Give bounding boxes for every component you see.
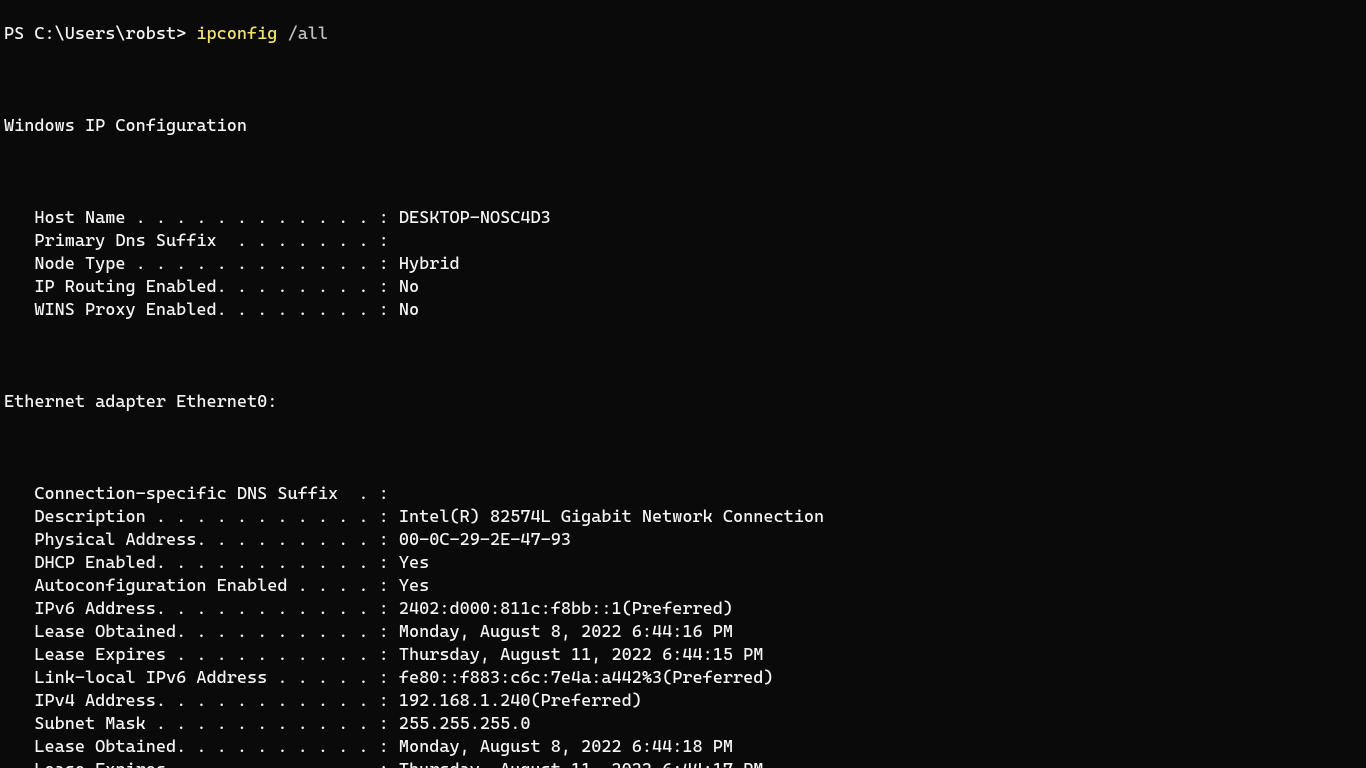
adapter-label: IPv4 Address. . . . . . . . . . . : xyxy=(4,691,389,711)
blank-line xyxy=(4,69,1362,92)
adapter-value: 192.168.1.240(Preferred) xyxy=(389,691,642,711)
adapter-row: IPv6 Address. . . . . . . . . . . : 2402… xyxy=(4,598,1362,621)
command-name: ipconfig xyxy=(196,24,277,44)
blank-line xyxy=(4,437,1362,460)
adapter-label: Link-local IPv6 Address . . . . . : xyxy=(4,668,389,688)
adapter-row: Lease Obtained. . . . . . . . . . : Mond… xyxy=(4,736,1362,759)
blank-line xyxy=(4,345,1362,368)
global-label: Node Type . . . . . . . . . . . . : xyxy=(4,254,389,274)
adapter-value: Yes xyxy=(389,576,430,596)
adapter-row: Autoconfiguration Enabled . . . . : Yes xyxy=(4,575,1362,598)
adapter-row: Lease Expires . . . . . . . . . . : Thur… xyxy=(4,759,1362,768)
global-value: DESKTOP-NOSC4D3 xyxy=(389,208,551,228)
adapter-value: 00-0C-29-2E-47-93 xyxy=(389,530,571,550)
adapter-value: 255.255.255.0 xyxy=(389,714,531,734)
adapter-label: Lease Expires . . . . . . . . . . : xyxy=(4,760,389,768)
global-label: IP Routing Enabled. . . . . . . . : xyxy=(4,277,389,297)
adapter-label: Lease Expires . . . . . . . . . . : xyxy=(4,645,389,665)
prompt-prefix: PS C:\Users\robst> xyxy=(4,24,186,44)
adapter-label: Lease Obtained. . . . . . . . . . : xyxy=(4,622,389,642)
adapter-label: Subnet Mask . . . . . . . . . . . : xyxy=(4,714,389,734)
adapter-label: DHCP Enabled. . . . . . . . . . . : xyxy=(4,553,389,573)
global-row: Primary Dns Suffix . . . . . . . : xyxy=(4,230,1362,253)
adapter-row: Physical Address. . . . . . . . . : 00-0… xyxy=(4,529,1362,552)
adapter-label: IPv6 Address. . . . . . . . . . . : xyxy=(4,599,389,619)
global-row: Host Name . . . . . . . . . . . . : DESK… xyxy=(4,207,1362,230)
global-value: No xyxy=(389,277,419,297)
adapter-value: 2402:d000:811c:f8bb::1(Preferred) xyxy=(389,599,733,619)
command-args: /all xyxy=(288,24,329,44)
adapter-row: IPv4 Address. . . . . . . . . . . : 192.… xyxy=(4,690,1362,713)
adapter-value: Monday, August 8, 2022 6:44:18 PM xyxy=(389,737,733,757)
blank-line xyxy=(4,161,1362,184)
adapter-label: Description . . . . . . . . . . . : xyxy=(4,507,389,527)
global-label: Primary Dns Suffix . . . . . . . : xyxy=(4,231,389,251)
adapter-label: Physical Address. . . . . . . . . : xyxy=(4,530,389,550)
adapter-label: Lease Obtained. . . . . . . . . . : xyxy=(4,737,389,757)
global-row: WINS Proxy Enabled. . . . . . . . : No xyxy=(4,299,1362,322)
adapter-value: Intel(R) 82574L Gigabit Network Connecti… xyxy=(389,507,824,527)
adapter-value: Thursday, August 11, 2022 6:44:17 PM xyxy=(389,760,764,768)
adapter-value: Yes xyxy=(389,553,430,573)
terminal-output[interactable]: PS C:\Users\robst> ipconfig /all Windows… xyxy=(0,0,1366,768)
adapter-label: Autoconfiguration Enabled . . . . : xyxy=(4,576,389,596)
adapter-value: Thursday, August 11, 2022 6:44:15 PM xyxy=(389,645,764,665)
adapter-row: Lease Obtained. . . . . . . . . . : Mond… xyxy=(4,621,1362,644)
adapter-label: Connection-specific DNS Suffix . : xyxy=(4,484,389,504)
section-header-adapter: Ethernet adapter Ethernet0: xyxy=(4,391,1362,414)
global-row: IP Routing Enabled. . . . . . . . : No xyxy=(4,276,1362,299)
adapter-row: Link-local IPv6 Address . . . . . : fe80… xyxy=(4,667,1362,690)
section-header-global: Windows IP Configuration xyxy=(4,115,1362,138)
global-row: Node Type . . . . . . . . . . . . : Hybr… xyxy=(4,253,1362,276)
adapter-row: Subnet Mask . . . . . . . . . . . : 255.… xyxy=(4,713,1362,736)
global-value: Hybrid xyxy=(389,254,460,274)
global-value: No xyxy=(389,300,419,320)
prompt-line: PS C:\Users\robst> ipconfig /all xyxy=(4,23,1362,46)
adapter-row: Description . . . . . . . . . . . : Inte… xyxy=(4,506,1362,529)
global-label: WINS Proxy Enabled. . . . . . . . : xyxy=(4,300,389,320)
adapter-row: Connection-specific DNS Suffix . : xyxy=(4,483,1362,506)
adapter-value: Monday, August 8, 2022 6:44:16 PM xyxy=(389,622,733,642)
adapter-row: Lease Expires . . . . . . . . . . : Thur… xyxy=(4,644,1362,667)
adapter-row: DHCP Enabled. . . . . . . . . . . : Yes xyxy=(4,552,1362,575)
global-label: Host Name . . . . . . . . . . . . : xyxy=(4,208,389,228)
adapter-value: fe80::f883:c6c:7e4a:a442%3(Preferred) xyxy=(389,668,774,688)
